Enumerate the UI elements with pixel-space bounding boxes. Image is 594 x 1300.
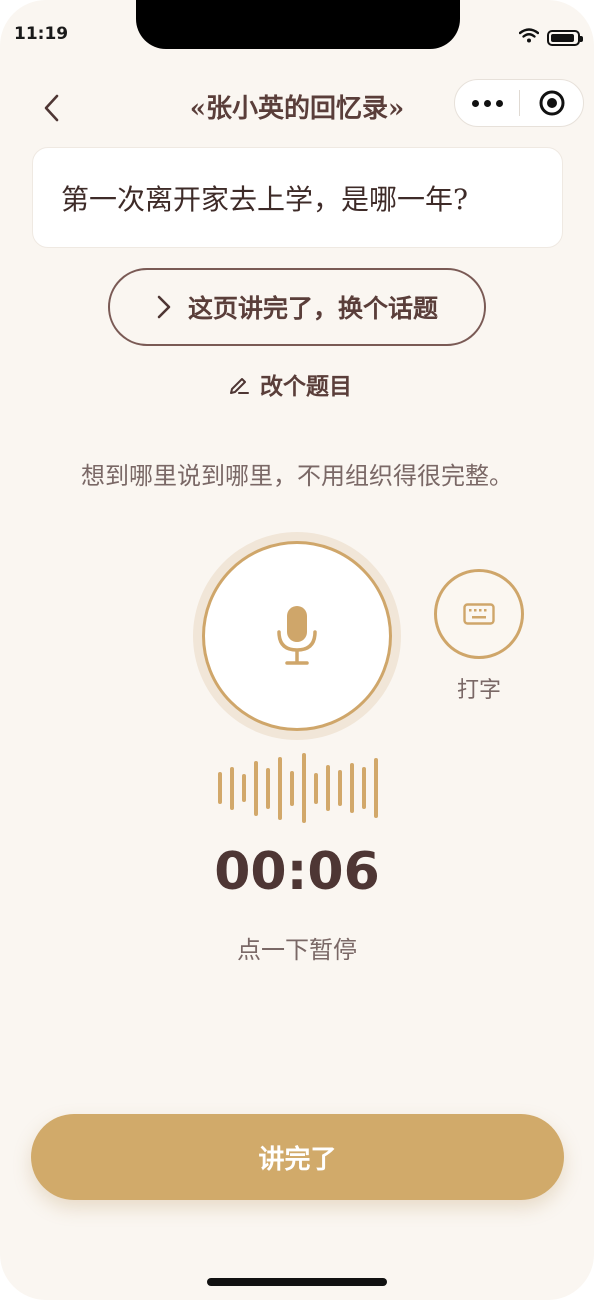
waveform-bar xyxy=(374,758,378,818)
waveform-bar xyxy=(326,765,330,811)
waveform-bar xyxy=(278,756,282,820)
next-topic-label: 这页讲完了，换个话题 xyxy=(187,294,438,323)
waveform-bar xyxy=(254,760,258,816)
waveform-bar xyxy=(290,770,294,806)
chevron-left-icon xyxy=(44,94,59,122)
waveform-bar xyxy=(350,763,354,813)
waveform-bar xyxy=(302,753,306,823)
status-icons xyxy=(518,28,583,47)
pause-hint: 点一下暂停 xyxy=(237,936,357,964)
waveform-bar xyxy=(338,770,342,806)
more-dot-icon xyxy=(495,99,503,107)
more-dot-icon xyxy=(483,99,491,107)
status-time: 11:19 xyxy=(14,24,69,44)
chevron-right-icon xyxy=(157,295,171,319)
more-dot-icon xyxy=(471,99,479,107)
pencil-icon xyxy=(230,378,249,394)
battery-level xyxy=(551,33,574,42)
waveform-bar xyxy=(230,766,234,810)
speaking-hint: 想到哪里说到哪里，不用组织得很完整。 xyxy=(81,462,513,490)
next-topic-button[interactable]: 这页讲完了，换个话题 xyxy=(108,268,486,346)
microphone-icon xyxy=(277,606,317,665)
audio-waveform xyxy=(218,752,378,824)
waveform-bar xyxy=(266,767,270,809)
close-mini-program-button[interactable] xyxy=(520,80,583,126)
wifi-icon xyxy=(518,28,540,47)
question-text: 第一次离开家去上学，是哪一年? xyxy=(61,182,469,216)
finish-button[interactable]: 讲完了 xyxy=(31,1114,564,1200)
keyboard-icon xyxy=(463,603,495,625)
waveform-bar xyxy=(218,772,222,804)
recording-timer: 00:06 xyxy=(214,842,380,902)
back-button[interactable] xyxy=(30,86,74,130)
change-question-label: 改个题目 xyxy=(260,374,352,400)
finish-label: 讲完了 xyxy=(258,1144,337,1175)
change-question-button[interactable]: 改个题目 xyxy=(228,364,352,404)
battery-icon xyxy=(547,29,583,46)
waveform-bar xyxy=(362,767,366,809)
target-icon xyxy=(539,90,564,116)
home-indicator xyxy=(207,1278,387,1286)
waveform-bar xyxy=(242,774,246,802)
keyboard-label: 打字 xyxy=(456,678,501,703)
mini-program-capsule xyxy=(454,79,584,127)
device-notch xyxy=(136,0,460,49)
keyboard-input-button[interactable] xyxy=(434,569,524,659)
more-menu-button[interactable] xyxy=(455,80,519,126)
waveform-bar xyxy=(314,772,318,804)
app-screen: 11:19 «张小英的回忆录» 第一次离开家去上学，是哪一年? 这页讲完了，换个… xyxy=(0,0,594,1300)
question-card: 第一次离开家去上学，是哪一年? xyxy=(32,147,563,248)
record-button[interactable] xyxy=(202,541,392,731)
page-title: «张小英的回忆录» xyxy=(189,94,405,124)
